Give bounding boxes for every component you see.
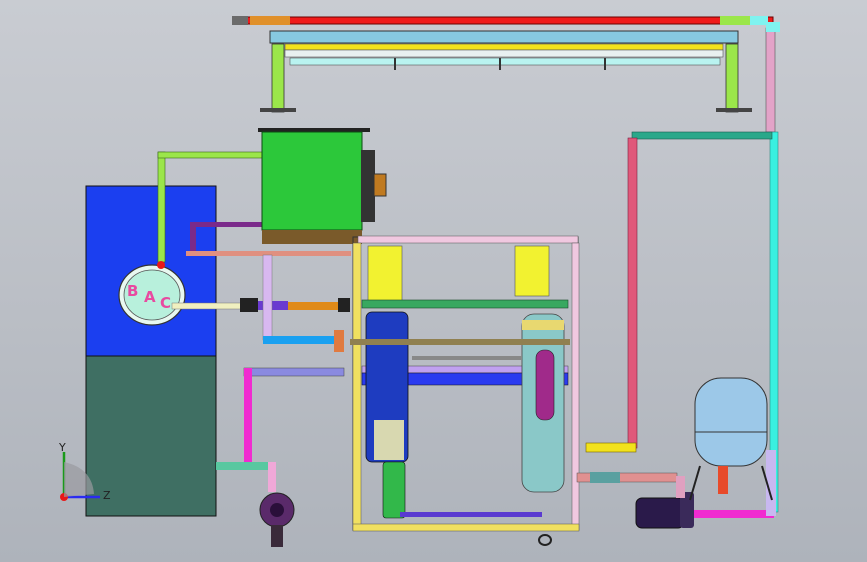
cooling-tower-header-icon — [232, 16, 774, 113]
pump-icon — [635, 492, 694, 529]
axis-label-y: Y — [59, 441, 66, 454]
axis-label-z: Z — [103, 489, 111, 502]
port-label-c: C — [160, 294, 172, 312]
pump-icon — [259, 492, 295, 547]
expansion-tank-icon — [689, 377, 773, 501]
chiller-frame-icon — [350, 235, 580, 546]
port-label-a: A — [144, 288, 156, 306]
piping-diagram — [60, 16, 780, 547]
port-label-b: B — [127, 282, 139, 300]
condenser-fan-icon — [361, 150, 387, 222]
